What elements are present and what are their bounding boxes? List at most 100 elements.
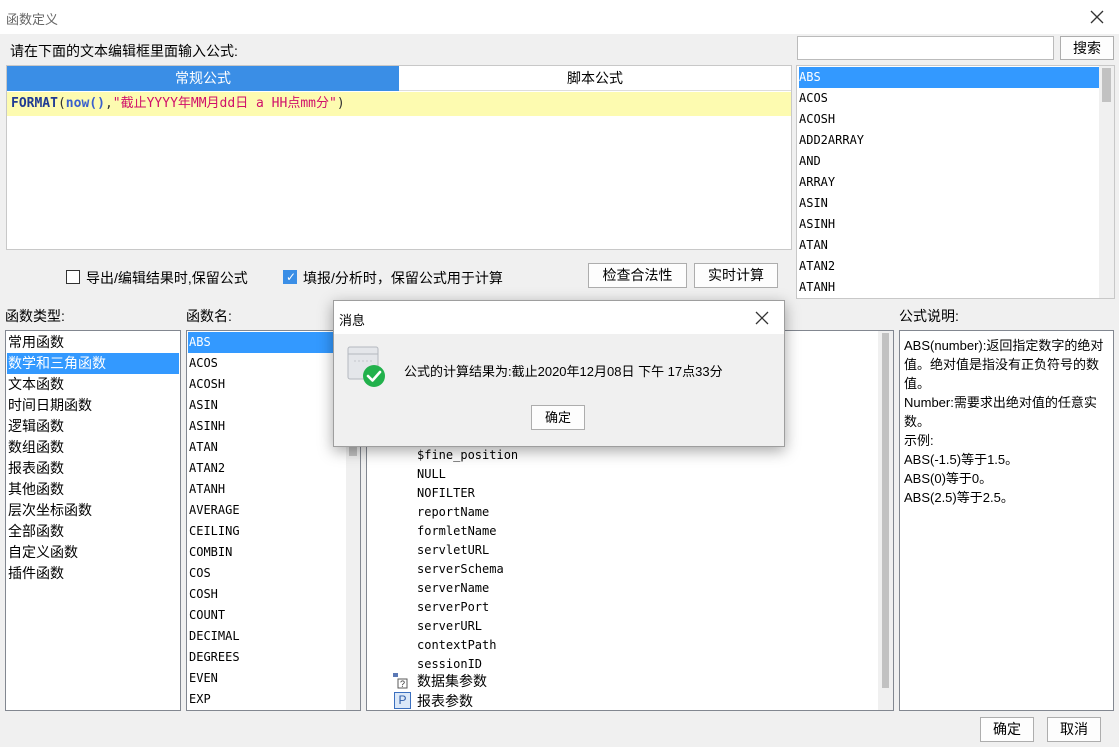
realtime-calc-button[interactable]: 实时计算 — [694, 263, 778, 288]
description-line: ABS(2.5)等于2.5。 — [904, 490, 1014, 505]
tab-normal-formula[interactable]: 常规公式 — [7, 66, 399, 91]
tree-item[interactable]: NULL — [417, 465, 446, 484]
list-item[interactable]: 全部函数 — [7, 521, 179, 542]
list-item[interactable]: ATAN — [188, 437, 218, 458]
list-item[interactable]: CEILING — [188, 521, 240, 542]
tree-item[interactable]: reportName — [417, 503, 489, 522]
description-panel: ABS(number):返回指定数字的绝对值。绝对值是指没有正负符号的数值。 N… — [899, 330, 1114, 711]
description-line: ABS(-1.5)等于1.5。 — [904, 452, 1019, 467]
search-result-list[interactable]: ABS ACOS ACOSH ADD2ARRAY AND ARRAY ASIN … — [796, 65, 1115, 299]
keep-formula-export-label: 导出/编辑结果时,保留公式 — [86, 270, 248, 286]
list-item[interactable]: 逻辑函数 — [7, 416, 179, 437]
list-item[interactable]: ACOS — [799, 88, 1099, 109]
tree-group-label[interactable]: 报表参数 — [417, 692, 473, 710]
list-item[interactable]: 常用函数 — [7, 332, 179, 353]
list-item[interactable]: 数学和三角函数 — [7, 353, 179, 374]
keep-formula-fill-label: 填报/分析时，保留公式用于计算 — [303, 270, 503, 286]
list-item[interactable]: ASINH — [799, 214, 1099, 235]
message-title-bar: 消息 — [334, 301, 784, 334]
formula-editor[interactable]: 常规公式 脚本公式 FORMAT(now(),"截止YYYY年MM月dd日 a … — [6, 65, 792, 250]
formula-string: "截止YYYY年MM月dd日 a HH点mm分" — [112, 96, 337, 111]
formula-comma: , — [104, 96, 113, 111]
list-item[interactable]: COS — [188, 563, 211, 584]
tree-item[interactable]: serverPort — [417, 598, 489, 617]
scrollbar-thumb[interactable] — [1102, 68, 1111, 102]
formula-open-paren: ( — [57, 96, 66, 111]
dataset-params-icon: ? — [393, 673, 408, 689]
function-type-label: 函数类型: — [5, 308, 65, 324]
list-item[interactable]: ATANH — [799, 277, 1099, 298]
function-name-label: 函数名: — [186, 308, 232, 324]
tree-item[interactable]: servletURL — [417, 541, 489, 560]
list-item[interactable]: EVEN — [188, 668, 218, 689]
list-item[interactable]: ASINH — [188, 416, 225, 437]
tree-item[interactable]: contextPath — [417, 636, 496, 655]
list-item[interactable]: ARRAY — [799, 172, 1099, 193]
list-item[interactable]: ASIN — [799, 193, 1099, 214]
formula-line[interactable]: FORMAT(now(),"截止YYYY年MM月dd日 a HH点mm分") — [7, 92, 791, 116]
checkmark-icon: ✓ — [286, 270, 297, 284]
description-label: 公式说明: — [899, 308, 959, 324]
list-item[interactable]: ACOSH — [188, 374, 225, 395]
list-item[interactable]: 文本函数 — [7, 374, 179, 395]
list-item[interactable]: EXP — [188, 689, 211, 710]
list-item[interactable]: COSH — [188, 584, 218, 605]
tree-item[interactable]: $fine_position — [417, 446, 518, 465]
message-text: 公式的计算结果为:截止2020年12月08日 下午 17点33分 — [404, 364, 723, 379]
scrollbar[interactable] — [878, 331, 893, 710]
list-item[interactable]: DEGREES — [188, 647, 240, 668]
list-item[interactable]: ATAN — [799, 235, 1099, 256]
list-item[interactable]: DECIMAL — [188, 626, 240, 647]
scrollbar[interactable] — [1099, 66, 1114, 298]
list-item[interactable]: ATAN2 — [188, 458, 225, 479]
tree-item[interactable]: serverName — [417, 579, 489, 598]
cancel-button[interactable]: 取消 — [1047, 717, 1101, 742]
list-item[interactable]: ACOSH — [799, 109, 1099, 130]
list-item[interactable]: ATANH — [188, 479, 225, 500]
formula-close-paren: ) — [336, 96, 345, 111]
window-title: 函数定义 — [6, 12, 59, 27]
close-icon[interactable] — [1088, 8, 1106, 26]
list-item[interactable]: AVERAGE — [188, 500, 240, 521]
tree-group-label[interactable]: 数据集参数 — [417, 672, 487, 691]
list-item[interactable]: 自定义函数 — [7, 542, 179, 563]
ok-button[interactable]: 确定 — [980, 717, 1034, 742]
description-line: ABS(number):返回指定数字的绝对值。绝对值是指没有正负符号的数值。 — [904, 338, 1104, 391]
search-button[interactable]: 搜索 — [1060, 36, 1114, 60]
check-validity-button[interactable]: 检查合法性 — [588, 263, 687, 288]
list-item[interactable]: 时间日期函数 — [7, 395, 179, 416]
list-item[interactable]: COUNT — [188, 605, 225, 626]
title-bar: 函数定义 — [0, 0, 1119, 34]
list-item[interactable]: ATAN2 — [799, 256, 1099, 277]
message-title: 消息 — [339, 313, 366, 328]
tree-item[interactable]: serverURL — [417, 617, 482, 636]
list-item[interactable]: 层次坐标函数 — [7, 500, 179, 521]
message-ok-button[interactable]: 确定 — [531, 405, 585, 430]
message-dialog: 消息 公式的计算结果为:截止2020年12月08日 下午 17点33分 确定 — [333, 300, 785, 447]
tab-script-formula[interactable]: 脚本公式 — [399, 66, 791, 91]
list-item[interactable]: COMBIN — [188, 542, 232, 563]
list-item[interactable]: ABS — [799, 67, 1099, 88]
search-input[interactable] — [797, 36, 1054, 60]
scrollbar-thumb[interactable] — [882, 333, 889, 688]
editor-prompt: 请在下面的文本编辑框里面输入公式: — [10, 43, 238, 59]
keep-formula-export-checkbox[interactable] — [66, 270, 80, 284]
tree-item[interactable]: NOFILTER — [417, 484, 475, 503]
list-item[interactable]: ACOS — [188, 353, 218, 374]
svg-text:?: ? — [400, 679, 405, 689]
list-item[interactable]: 插件函数 — [7, 563, 179, 584]
list-item[interactable]: AND — [799, 151, 1099, 172]
function-type-list[interactable]: 常用函数 数学和三角函数 文本函数 时间日期函数 逻辑函数 数组函数 报表函数 … — [5, 330, 181, 711]
list-item[interactable]: ABS — [188, 332, 343, 353]
list-item[interactable]: 其他函数 — [7, 479, 179, 500]
list-item[interactable]: 报表函数 — [7, 458, 179, 479]
list-item[interactable]: ADD2ARRAY — [799, 130, 1099, 151]
keep-formula-fill-checkbox[interactable]: ✓ — [283, 270, 297, 284]
success-icon — [347, 346, 385, 387]
tree-item[interactable]: formletName — [417, 522, 496, 541]
tree-item[interactable]: serverSchema — [417, 560, 504, 579]
list-item[interactable]: ASIN — [188, 395, 218, 416]
formula-function: FORMAT — [11, 96, 58, 111]
list-item[interactable]: 数组函数 — [7, 437, 179, 458]
close-icon[interactable] — [754, 310, 770, 326]
